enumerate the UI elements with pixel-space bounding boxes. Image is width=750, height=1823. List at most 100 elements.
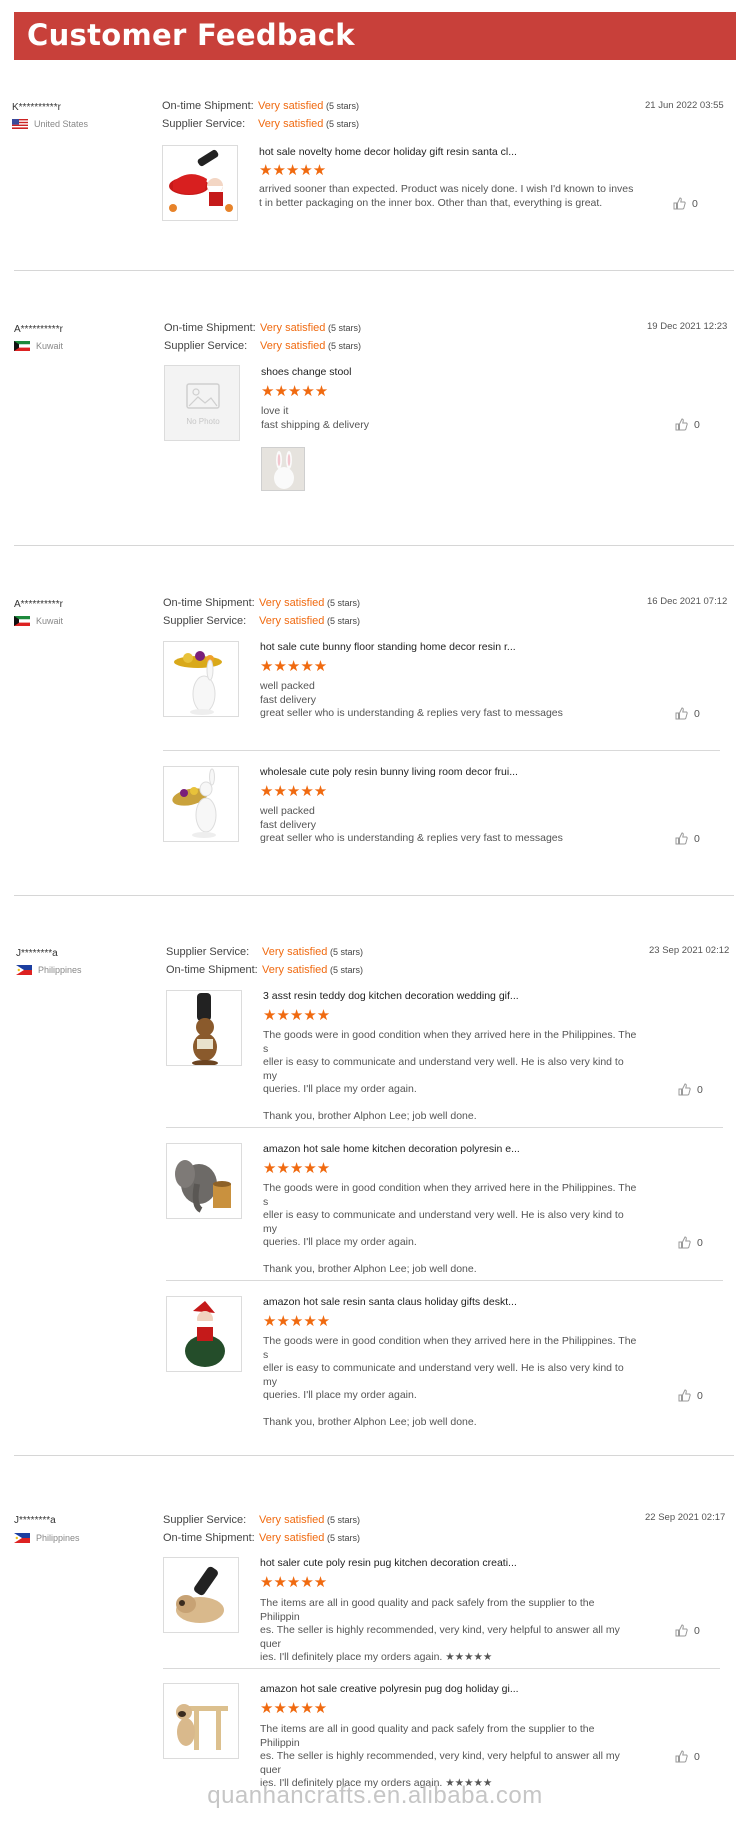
rating-value: Very satisfied [259,1532,325,1544]
reviewer-country: Philippines [16,965,82,975]
star-rating: ★★★★★ [260,783,328,800]
review-text: The items are all in good quality and pa… [260,1723,635,1791]
product-title[interactable]: wholesale cute poly resin bunny living r… [260,766,518,778]
reviewer-country: Kuwait [14,341,63,351]
product-thumbnail[interactable] [163,766,239,842]
like-count: 0 [697,1389,703,1402]
like-count: 0 [694,707,700,720]
thumbs-up-icon [678,1389,691,1402]
thumbs-up-icon [675,707,688,720]
review-line: Thank you, brother Alphon Lee; job well … [263,1110,477,1122]
review-line: well packed [260,805,315,817]
item-divider [163,1668,720,1669]
review-line: eller is easy to communicate and underst… [263,1362,624,1388]
product-title[interactable]: amazon hot sale creative polyresin pug d… [260,1683,519,1695]
star-rating: ★★★★★ [263,1313,331,1330]
star-rating: ★★★★★ [259,162,327,179]
rating-label: On-time Shipment: [166,964,258,976]
rating-label: On-time Shipment: [163,597,255,609]
thumbs-up-icon [675,832,688,845]
rating-label: On-time Shipment: [163,1532,255,1544]
review-divider [14,545,734,546]
rating-row: Supplier Service: Very satisfied (5 stars) [163,1514,360,1526]
rating-value: Very satisfied [258,100,324,112]
review-text: The goods were in good condition when th… [263,1029,638,1124]
rating-value: Very satisfied [259,1514,325,1526]
product-title[interactable]: shoes change stool [261,366,351,378]
star-rating: ★★★★★ [261,383,329,400]
review-line [263,1097,638,1111]
rating-value: Very satisfied [262,964,328,976]
product-title[interactable]: hot sale cute bunny floor standing home … [260,641,516,653]
product-thumbnail[interactable] [163,1557,239,1633]
like-button[interactable]: 0 [673,197,698,210]
product-thumbnail[interactable] [166,1296,242,1372]
review-line: queries. I'll place my order again. [263,1389,417,1401]
review-divider [14,895,734,896]
product-title[interactable]: 3 asst resin teddy dog kitchen decoratio… [263,990,519,1002]
review-line: love it [261,405,289,417]
review-text: arrived sooner than expected. Product wa… [259,183,634,210]
product-thumbnail[interactable] [166,990,242,1066]
thumbs-up-icon [675,418,688,431]
review-line: fast shipping & delivery [261,418,369,431]
review-date: 19 Dec 2021 12:23 [647,321,728,332]
product-thumbnail[interactable] [166,1143,242,1219]
like-button[interactable]: 0 [675,418,700,431]
kuwait-flag-icon [14,341,30,351]
star-rating: ★★★★★ [260,1700,328,1717]
like-button[interactable]: 0 [675,1750,700,1763]
review-line: Thank you, brother Alphon Lee; job well … [263,1416,477,1428]
product-thumbnail[interactable] [162,145,238,221]
rating-stars: (5 stars) [328,323,362,333]
like-count: 0 [694,1750,700,1763]
review-date: 21 Jun 2022 03:55 [645,100,724,111]
like-count: 0 [697,1236,703,1249]
rating-stars: (5 stars) [327,1515,361,1525]
item-divider [166,1280,723,1281]
review-line: eller is easy to communicate and underst… [263,1209,624,1235]
rating-label: Supplier Service: [166,946,250,958]
rating-label: Supplier Service: [163,1514,247,1526]
star-rating: ★★★★★ [260,1574,328,1591]
review-date: 23 Sep 2021 02:12 [649,945,730,956]
reviewer-country: Kuwait [14,616,63,626]
review-line: ies. I'll definitely place my orders aga… [260,1651,493,1663]
country-name: Kuwait [36,341,64,351]
rating-stars: (5 stars) [326,101,360,111]
like-button[interactable]: 0 [675,832,700,845]
item-divider [163,750,720,751]
review-line: t in better packaging on the inner box. … [259,196,603,209]
like-button[interactable]: 0 [678,1236,703,1249]
product-title[interactable]: amazon hot sale home kitchen decoration … [263,1143,520,1155]
like-count: 0 [692,197,698,210]
rating-label: On-time Shipment: [164,322,256,334]
rating-label: Supplier Service: [163,615,247,627]
product-thumbnail[interactable] [163,1683,239,1759]
review-text: well packed fast delivery great seller w… [260,805,635,846]
review-line: The goods were in good condition when th… [263,1029,637,1055]
review-line: es. The seller is highly recommended, ve… [260,1750,620,1776]
review-line: great seller who is understanding & repl… [260,832,563,844]
like-button[interactable]: 0 [678,1389,703,1402]
product-thumbnail[interactable] [163,641,239,717]
product-title[interactable]: hot saler cute poly resin pug kitchen de… [260,1557,517,1569]
product-title[interactable]: hot sale novelty home decor holiday gift… [259,146,517,158]
rating-row: On-time Shipment: Very satisfied (5 stars) [166,964,363,976]
rating-label: Supplier Service: [164,340,248,352]
review-photo[interactable] [261,447,305,491]
review-divider [14,270,734,271]
rating-value: Very satisfied [259,597,325,609]
header-banner: Customer Feedback [14,12,736,60]
like-button[interactable]: 0 [675,707,700,720]
review-line: well packed [260,680,315,692]
review-line: The goods were in good condition when th… [263,1182,637,1208]
like-button[interactable]: 0 [678,1083,703,1096]
star-rating: ★★★★★ [263,1160,331,1177]
product-title[interactable]: amazon hot sale resin santa claus holida… [263,1296,517,1308]
review-line: arrived sooner than expected. Product wa… [259,183,634,195]
like-button[interactable]: 0 [675,1624,700,1637]
rating-stars: (5 stars) [330,965,364,975]
rating-value: Very satisfied [258,118,324,130]
product-thumbnail[interactable]: No Photo [164,365,240,441]
